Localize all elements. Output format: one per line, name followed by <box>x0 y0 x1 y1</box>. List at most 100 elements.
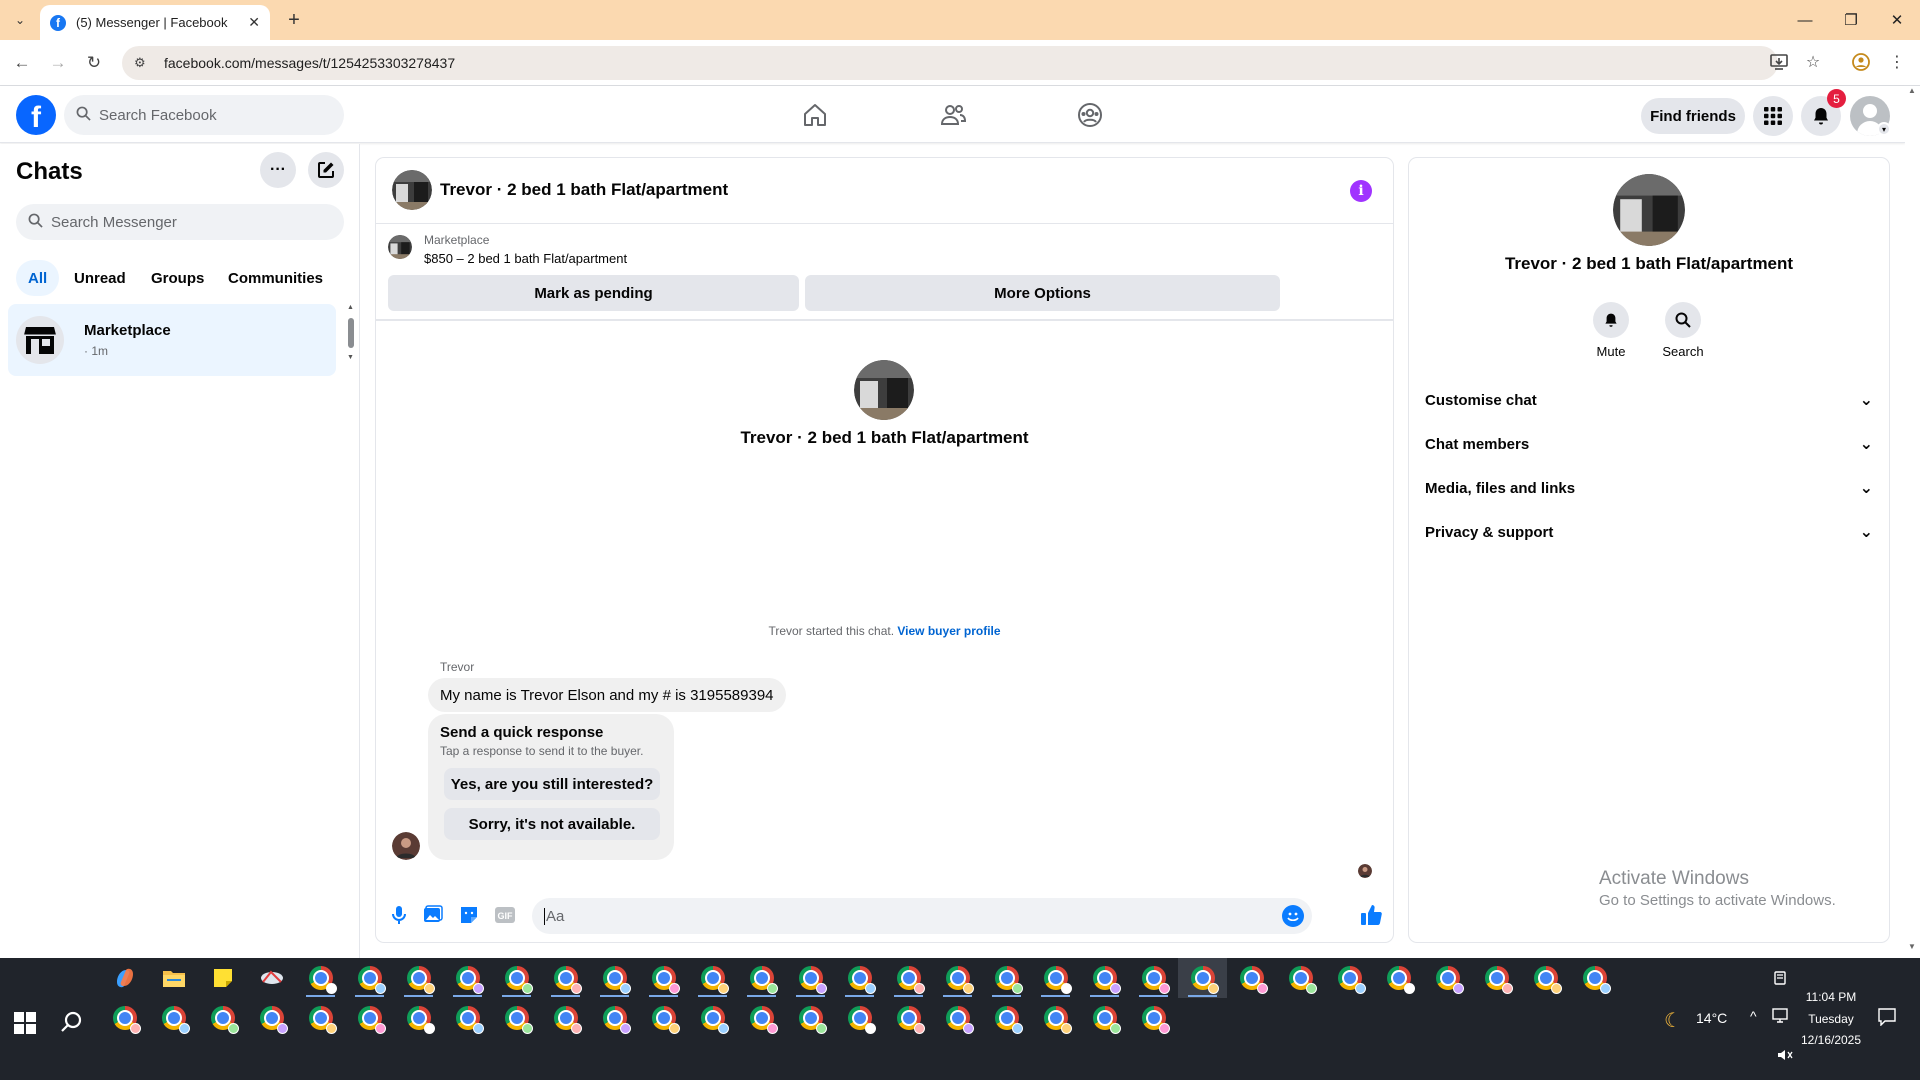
install-app-icon[interactable] <box>1766 49 1792 75</box>
chrome-window-icon[interactable] <box>639 958 688 998</box>
chrome-window-icon[interactable] <box>1080 958 1129 998</box>
copilot-icon[interactable] <box>100 958 149 998</box>
volume-muted-icon[interactable] <box>1777 1048 1793 1065</box>
chrome-window-icon[interactable] <box>1325 958 1374 998</box>
network-icon[interactable] <box>1772 1008 1790 1027</box>
conversation-title[interactable]: Trevor · 2 bed 1 bath Flat/apartment <box>440 180 728 200</box>
chevron-down-icon[interactable]: ▾ <box>1877 122 1891 136</box>
facebook-logo-icon[interactable]: f <box>16 95 56 135</box>
chat-list-scrollbar[interactable]: ▲ ▼ <box>347 304 355 364</box>
chrome-window-icon[interactable] <box>492 998 541 1038</box>
quick-response-option[interactable]: Yes, are you still interested? <box>444 768 660 800</box>
chrome-window-icon[interactable] <box>1276 958 1325 998</box>
filter-groups[interactable]: Groups <box>139 260 216 296</box>
message-bubble[interactable]: My name is Trevor Elson and my # is 3195… <box>428 678 786 712</box>
chrome-window-icon[interactable] <box>394 998 443 1038</box>
profile-icon[interactable] <box>1848 49 1874 75</box>
chrome-window-icon[interactable] <box>1031 998 1080 1038</box>
chrome-window-icon[interactable] <box>394 958 443 998</box>
chrome-window-icon[interactable] <box>1570 958 1619 998</box>
restore-button[interactable]: ❐ <box>1828 0 1874 40</box>
chat-members-section[interactable]: Chat members ⌄ <box>1425 422 1873 466</box>
facebook-search-input[interactable]: Search Facebook <box>64 95 344 135</box>
weather-moon-icon[interactable]: ☾ <box>1664 1008 1682 1033</box>
info-icon[interactable]: i <box>1350 180 1372 202</box>
chrome-window-icon[interactable] <box>492 958 541 998</box>
page-scrollbar[interactable]: ▲ ▼ <box>1905 86 1920 958</box>
reload-button[interactable]: ↻ <box>82 51 106 75</box>
chrome-window-icon[interactable] <box>590 958 639 998</box>
gif-icon[interactable]: GIF <box>494 904 516 926</box>
chrome-window-icon[interactable] <box>982 958 1031 998</box>
find-friends-button[interactable]: Find friends <box>1641 98 1745 134</box>
chrome-window-icon[interactable] <box>100 998 149 1038</box>
message-input[interactable]: Aa <box>532 898 1312 934</box>
filter-communities[interactable]: Communities <box>216 260 335 296</box>
chrome-window-icon[interactable] <box>982 998 1031 1038</box>
chrome-window-icon[interactable] <box>345 998 394 1038</box>
customise-chat-section[interactable]: Customise chat ⌄ <box>1425 378 1873 422</box>
chrome-window-icon[interactable] <box>1521 958 1570 998</box>
new-message-button[interactable] <box>308 152 344 188</box>
mute-button[interactable]: Mute <box>1581 302 1641 359</box>
view-buyer-profile-link[interactable]: View buyer profile <box>897 624 1000 638</box>
chrome-window-icon[interactable] <box>1129 958 1178 998</box>
menu-grid-icon[interactable] <box>1753 96 1793 136</box>
mark-as-pending-button[interactable]: Mark as pending <box>388 275 799 311</box>
file-explorer-icon[interactable] <box>149 958 198 998</box>
forward-button[interactable]: → <box>46 51 70 75</box>
tab-search-button[interactable]: ⌄ <box>8 8 32 32</box>
windows-start-icon[interactable] <box>14 1012 36 1034</box>
chrome-window-icon[interactable] <box>247 998 296 1038</box>
chrome-window-icon[interactable] <box>590 998 639 1038</box>
chrome-window-icon[interactable] <box>884 998 933 1038</box>
chrome-window-icon[interactable] <box>933 958 982 998</box>
chrome-window-icon-active[interactable] <box>1178 958 1227 998</box>
listing-title[interactable]: $850 – 2 bed 1 bath Flat/apartment <box>424 251 627 266</box>
browser-tab-messenger[interactable]: f (5) Messenger | Facebook ✕ <box>40 5 270 40</box>
sticky-notes-icon[interactable] <box>198 958 247 998</box>
chrome-window-icon[interactable] <box>198 998 247 1038</box>
taskbar-clock[interactable]: 11:04 PM Tuesday 12/16/2025 <box>1796 990 1866 1047</box>
chrome-window-icon[interactable] <box>1031 958 1080 998</box>
new-tab-button[interactable]: + <box>282 8 306 32</box>
privacy-support-section[interactable]: Privacy & support ⌄ <box>1425 510 1873 554</box>
sticker-icon[interactable] <box>458 904 480 926</box>
chrome-window-icon[interactable] <box>688 958 737 998</box>
chrome-window-icon[interactable] <box>1423 958 1472 998</box>
chrome-window-icon[interactable] <box>345 958 394 998</box>
messenger-search-input[interactable]: Search Messenger <box>16 204 344 240</box>
chrome-window-icon[interactable] <box>443 958 492 998</box>
chrome-window-icon[interactable] <box>786 998 835 1038</box>
chrome-window-icon[interactable] <box>737 998 786 1038</box>
chrome-window-icon[interactable] <box>1080 998 1129 1038</box>
close-window-button[interactable]: ✕ <box>1874 0 1920 40</box>
media-files-links-section[interactable]: Media, files and links ⌄ <box>1425 466 1873 510</box>
chat-list-item[interactable]: Marketplace · 1m <box>8 304 336 376</box>
back-button[interactable]: ← <box>10 51 34 75</box>
chrome-window-icon[interactable] <box>884 958 933 998</box>
chrome-window-icon[interactable] <box>296 998 345 1038</box>
chrome-window-icon[interactable] <box>296 958 345 998</box>
emoji-icon[interactable] <box>1282 905 1304 927</box>
notification-center-icon[interactable] <box>1878 1008 1896 1029</box>
chrome-window-icon[interactable] <box>149 998 198 1038</box>
chrome-window-icon[interactable] <box>835 958 884 998</box>
sender-avatar[interactable] <box>392 832 420 860</box>
chevron-up-icon[interactable]: ^ <box>1750 1008 1757 1024</box>
home-icon[interactable] <box>800 100 830 130</box>
chat-options-button[interactable]: ··· <box>260 152 296 188</box>
browser-menu-icon[interactable]: ⋮ <box>1884 49 1910 75</box>
close-tab-icon[interactable]: ✕ <box>248 14 260 31</box>
thumbs-up-icon[interactable] <box>1358 902 1384 928</box>
chrome-window-icon[interactable] <box>541 958 590 998</box>
chrome-window-icon[interactable] <box>1472 958 1521 998</box>
quick-response-option[interactable]: Sorry, it's not available. <box>444 808 660 840</box>
chrome-window-icon[interactable] <box>1129 998 1178 1038</box>
chrome-window-icon[interactable] <box>737 958 786 998</box>
cloud-app-icon[interactable] <box>247 958 296 998</box>
groups-icon[interactable] <box>1075 100 1105 130</box>
taskbar-search-icon[interactable] <box>60 1010 84 1034</box>
chrome-window-icon[interactable] <box>786 958 835 998</box>
minimize-button[interactable]: — <box>1782 0 1828 40</box>
